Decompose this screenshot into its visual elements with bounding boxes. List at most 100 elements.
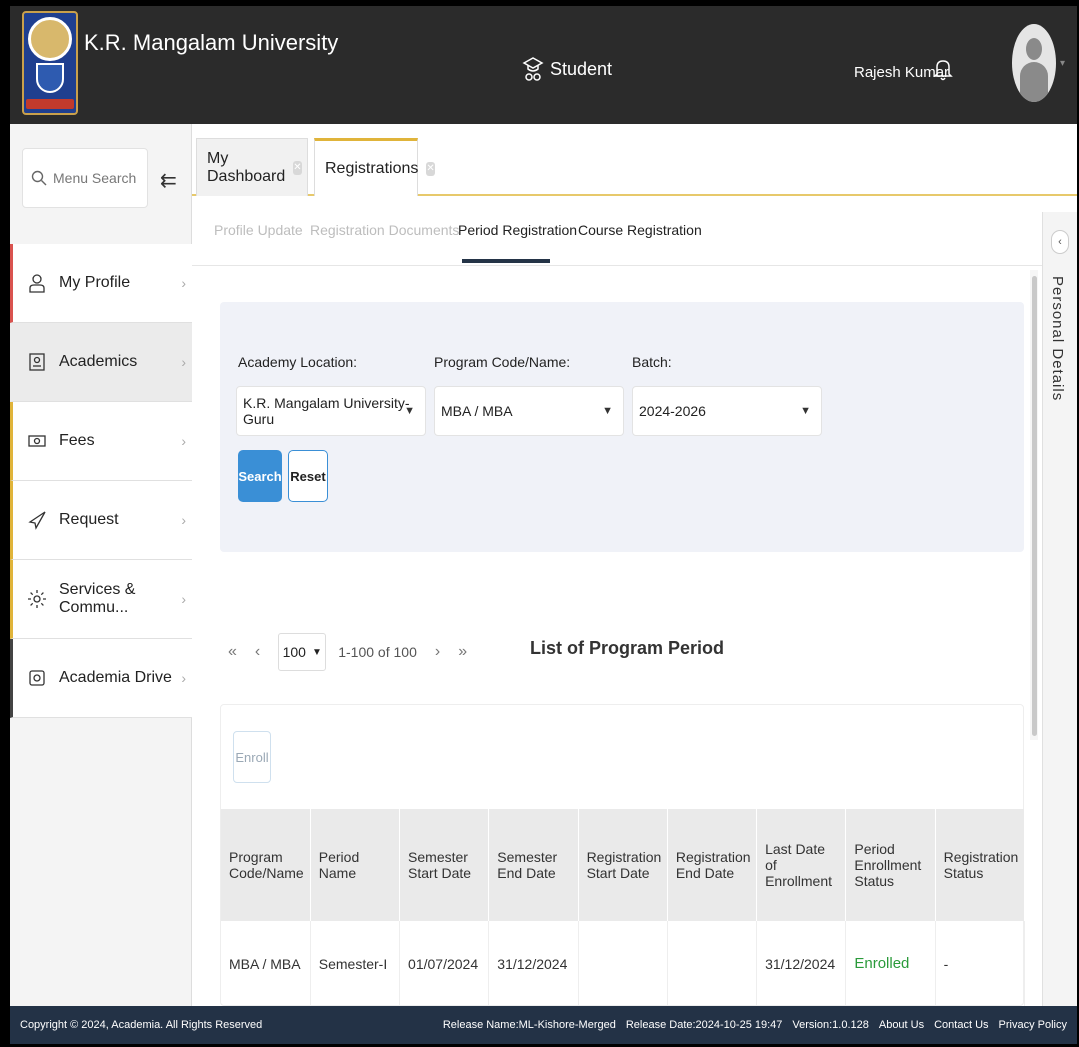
program-label: Program Code/Name: <box>434 354 571 370</box>
personal-details-panel[interactable]: ‹ Personal Details <box>1042 212 1077 1006</box>
column-header: Semester End Date <box>488 809 579 921</box>
chevron-right-icon: › <box>181 433 186 449</box>
subtab-registration-documents[interactable]: Registration Documents <box>310 222 459 238</box>
enroll-button[interactable]: Enroll <box>233 731 271 783</box>
table-cell: Semester-I <box>310 921 401 1008</box>
role-label: Student <box>550 58 613 79</box>
scrollbar-thumb[interactable] <box>1032 276 1037 736</box>
app-window: K.R. Mangalam University Student Rajesh … <box>10 6 1077 1044</box>
gear-icon <box>28 590 46 608</box>
filter-panel: Academy Location: Program Code/Name: Bat… <box>220 302 1024 552</box>
caret-down-icon: ▼ <box>404 405 415 417</box>
sidebar-item-label: Academics <box>59 353 138 370</box>
academy-location-value: K.R. Mangalam University-Guru <box>243 395 410 427</box>
column-header: Registration Status <box>935 809 1026 921</box>
table-cell: MBA / MBA <box>221 921 311 1008</box>
sidebar-item-services[interactable]: Services & Commu... › <box>10 560 192 639</box>
subtab-label: Period Registration <box>458 222 578 238</box>
page-range: 1-100 of 100 <box>338 644 417 660</box>
next-page-button[interactable]: › <box>435 643 440 661</box>
chevron-right-icon: › <box>181 354 186 370</box>
table-cell: 01/07/2024 <box>399 921 490 1008</box>
menu-search-input[interactable]: Menu Search <box>22 148 148 208</box>
program-period-table: Program Code/Name Period Name Semester S… <box>221 809 1026 1008</box>
chevron-right-icon: › <box>181 591 186 607</box>
sidebar-nav: My Profile › Academics › Fees › Request … <box>10 244 192 718</box>
sub-tab-bar: Profile Update Registration Documents Pe… <box>192 208 1042 266</box>
column-header: Last Date of Enrollment <box>756 809 847 921</box>
column-header: Period Enrollment Status <box>845 809 936 921</box>
sidebar-item-label: Academia Drive <box>59 669 172 686</box>
last-page-button[interactable]: » <box>458 643 467 661</box>
drive-icon <box>29 670 45 686</box>
academy-location-label: Academy Location: <box>238 354 358 370</box>
user-icon <box>29 274 45 293</box>
prev-page-button[interactable]: ‹ <box>255 643 260 661</box>
batch-value: 2024-2026 <box>639 403 706 419</box>
money-icon <box>28 435 46 447</box>
release-name: Release Name:ML-Kishore-Merged <box>442 1019 616 1031</box>
sidebar-item-fees[interactable]: Fees › <box>10 402 192 481</box>
chevron-left-icon[interactable]: ‹ <box>1051 230 1069 254</box>
table-cell <box>667 921 758 1008</box>
sidebar-item-request[interactable]: Request › <box>10 481 192 560</box>
about-us-link[interactable]: About Us <box>879 1019 924 1031</box>
university-logo[interactable] <box>22 11 78 115</box>
column-header: Program Code/Name <box>221 809 311 921</box>
subtab-profile-update[interactable]: Profile Update <box>214 222 303 238</box>
chevron-right-icon: › <box>181 512 186 528</box>
column-header: Registration End Date <box>667 809 758 921</box>
close-icon[interactable]: ✕ <box>426 161 435 176</box>
avatar[interactable] <box>1012 24 1056 102</box>
batch-select[interactable]: 2024-2026 ▼ <box>632 386 822 436</box>
sidebar-item-label: My Profile <box>59 274 131 291</box>
tab-my-dashboard[interactable]: My Dashboard ✕ <box>196 138 308 196</box>
tab-registrations[interactable]: Registrations ✕ <box>314 138 435 196</box>
status-badge: Enrolled <box>845 921 936 1008</box>
caret-down-icon: ▼ <box>602 405 613 417</box>
sidebar-item-academics[interactable]: Academics › <box>10 323 192 402</box>
chevron-right-icon: › <box>181 275 186 291</box>
close-icon[interactable]: ✕ <box>293 160 302 175</box>
sidebar-item-my-profile[interactable]: My Profile › <box>10 244 192 323</box>
table-cell: 31/12/2024 <box>756 921 847 1008</box>
reset-button[interactable]: Reset <box>288 450 328 502</box>
page-size-value: 100 <box>282 644 306 660</box>
search-button[interactable]: Search <box>238 450 282 502</box>
academy-location-select[interactable]: K.R. Mangalam University-Guru ▼ <box>236 386 426 436</box>
table-header-row: Program Code/Name Period Name Semester S… <box>221 809 1026 921</box>
table-cell: 31/12/2024 <box>488 921 579 1008</box>
tab-label: My Dashboard <box>207 149 286 185</box>
batch-label: Batch: <box>632 354 672 370</box>
personal-details-label: Personal Details <box>1049 276 1066 402</box>
program-select[interactable]: MBA / MBA ▼ <box>434 386 624 436</box>
chevron-down-icon[interactable]: ▾ <box>1060 58 1065 69</box>
pagination: « ‹ 100 ▼ 1-100 of 100 › » <box>228 632 485 672</box>
copyright-text: Copyright © 2024, Academia. All Rights R… <box>20 1019 263 1031</box>
program-value: MBA / MBA <box>441 403 513 419</box>
sidebar-item-academia-drive[interactable]: Academia Drive › <box>10 639 192 718</box>
column-header: Semester Start Date <box>399 809 490 921</box>
subtab-period-registration[interactable]: Period Registration <box>458 222 578 263</box>
first-page-button[interactable]: « <box>228 643 237 661</box>
role-indicator: Student <box>522 56 612 82</box>
version: Version:1.0.128 <box>792 1019 869 1031</box>
table-row[interactable]: MBA / MBA Semester-I 01/07/2024 31/12/20… <box>221 921 1026 1008</box>
active-tab-indicator <box>462 259 550 263</box>
bell-icon[interactable] <box>932 56 954 82</box>
menu-search-placeholder: Menu Search <box>53 170 137 186</box>
column-header: Period Name <box>310 809 401 921</box>
subtab-course-registration[interactable]: Course Registration <box>578 222 702 238</box>
graduate-icon <box>522 57 544 81</box>
collapse-menu-icon[interactable]: ⇇ <box>160 168 177 193</box>
table-cell <box>578 921 668 1008</box>
sidebar-item-label: Request <box>59 511 119 528</box>
tab-label: Registrations <box>325 159 419 177</box>
privacy-policy-link[interactable]: Privacy Policy <box>999 1019 1067 1031</box>
main-content: My Dashboard ✕ Registrations ✕ Profile U… <box>192 124 1077 1008</box>
chevron-right-icon: › <box>181 670 186 686</box>
page-size-select[interactable]: 100 ▼ <box>278 633 327 671</box>
id-card-icon <box>29 353 45 371</box>
caret-down-icon: ▼ <box>800 405 811 417</box>
contact-us-link[interactable]: Contact Us <box>934 1019 988 1031</box>
